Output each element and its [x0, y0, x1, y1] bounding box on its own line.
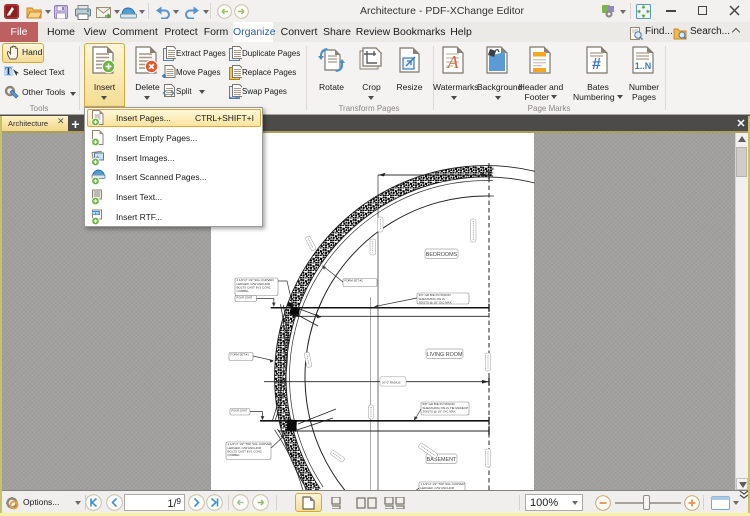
svg-text:A: A [447, 52, 460, 72]
svg-text:LIVING ROOM: LIVING ROOM [427, 352, 463, 358]
svg-text:BEDROOMS: BEDROOMS [426, 252, 458, 258]
svg-text:JOISTS @ 16" O/C MAX: JOISTS @ 16" O/C MAX [423, 409, 456, 413]
svg-text:JOISTS @ 16" O/C MAX: JOISTS @ 16" O/C MAX [419, 300, 452, 304]
svg-text:T: T [5, 67, 12, 78]
svg-text:POUR JOINT: POUR JOINT [232, 409, 248, 413]
svg-text:POUR JOINT: POUR JOINT [237, 296, 253, 300]
svg-text:FORM SET #1: FORM SET #1 [231, 353, 250, 357]
svg-text:#: # [592, 56, 601, 73]
svg-text:1..N: 1..N [635, 61, 652, 71]
svg-text:CORBEL: CORBEL [228, 453, 241, 457]
svg-text:CORBEL: CORBEL [237, 289, 250, 293]
svg-text:FORM SET #2: FORM SET #2 [345, 279, 364, 283]
svg-text:16'-0" RADIUS: 16'-0" RADIUS [382, 380, 401, 384]
svg-text:BASEMENT: BASEMENT [427, 457, 457, 463]
